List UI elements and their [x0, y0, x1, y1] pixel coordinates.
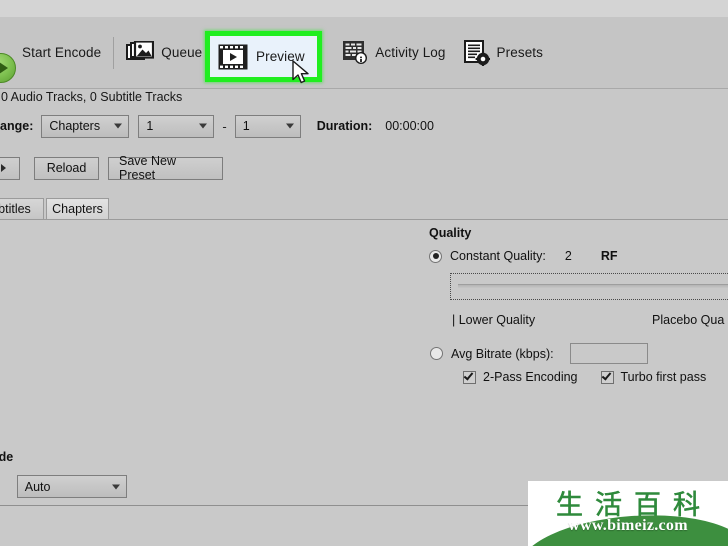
lower-quality-label: | Lower Quality	[452, 313, 536, 327]
avg-bitrate-input[interactable]	[569, 343, 648, 364]
chevron-right-icon	[0, 164, 6, 172]
range-separator: -	[222, 118, 227, 134]
level-row: el Auto	[0, 475, 127, 498]
watermark: 生活百科 www.bimeiz.com	[528, 481, 728, 546]
chevron-down-icon	[111, 484, 120, 489]
app-window: Start Encode Queue Activity Log Presets …	[0, 0, 728, 546]
toolbar-item-label: Queue	[161, 45, 203, 60]
turbo-first-pass-checkbox[interactable]	[600, 369, 614, 384]
range-type-value: Chapters	[49, 119, 101, 133]
toolbar-separator	[113, 36, 115, 69]
placebo-quality-label: Placebo Qua	[652, 313, 725, 327]
constant-quality-label: Constant Quality:	[450, 249, 546, 263]
main-toolbar: Start Encode Queue Activity Log Presets	[0, 17, 728, 89]
queue-stack-icon	[126, 39, 155, 65]
range-start-dropdown[interactable]: 1	[138, 114, 215, 138]
tab-subtitles[interactable]: ubtitles	[0, 198, 44, 219]
watermark-url: www.bimeiz.com	[568, 517, 688, 534]
preset-expand-button[interactable]	[0, 156, 20, 180]
constant-quality-row[interactable]: Constant Quality: 2 RF	[429, 249, 618, 263]
two-pass-checkbox[interactable]	[463, 369, 476, 384]
window-top-band	[0, 0, 728, 17]
rf-value: 2	[564, 249, 572, 263]
settings-tab-bar: ubtitles Chapters	[0, 198, 728, 220]
level-dropdown[interactable]: Auto	[16, 475, 127, 498]
toolbar-item-label: Presets	[496, 45, 543, 60]
toolbar-item-label: Start Encode	[22, 45, 102, 60]
avg-bitrate-row[interactable]: Avg Bitrate (kbps):	[430, 343, 648, 364]
reload-button[interactable]: Reload	[34, 156, 99, 180]
range-end-value: 1	[242, 119, 250, 133]
toolbar-item-activity-log[interactable]: Activity Log	[333, 30, 454, 76]
duration-label: Duration:	[316, 119, 373, 133]
rf-slider[interactable]	[458, 284, 728, 289]
range-row: Range: Chapters 1 - 1 Duration: 00:00:00	[0, 114, 434, 138]
film-play-icon	[218, 44, 248, 70]
rf-unit-label: RF	[600, 249, 618, 263]
chevron-down-icon	[285, 123, 294, 129]
toolbar-item-presets[interactable]: Presets	[455, 30, 552, 76]
mouse-cursor	[292, 60, 312, 91]
tab-chapters[interactable]: Chapters	[46, 198, 109, 219]
chevron-down-icon	[114, 123, 123, 129]
duration-value: 00:00:00	[385, 119, 434, 133]
range-label: Range:	[0, 119, 34, 133]
range-type-dropdown[interactable]: Chapters	[41, 114, 130, 138]
source-tracks-summary: , 0 Audio Tracks, 0 Subtitle Tracks	[0, 90, 183, 104]
constant-quality-radio[interactable]	[429, 249, 442, 263]
toolbar-item-start-encode[interactable]: Start Encode	[0, 30, 110, 76]
toolbar-item-label: Activity Log	[375, 45, 446, 60]
pass-options-row: 2-Pass Encoding Turbo first pass	[463, 369, 707, 384]
quality-section-title: Quality	[429, 226, 472, 240]
avg-bitrate-label: Avg Bitrate (kbps):	[451, 346, 554, 361]
toolbar-item-queue[interactable]: Queue	[117, 30, 211, 76]
avg-bitrate-radio[interactable]	[430, 347, 443, 360]
preset-button-row: Reload Save New Preset	[0, 154, 223, 182]
two-pass-label: 2-Pass Encoding	[483, 370, 578, 384]
range-end-dropdown[interactable]: 1	[234, 114, 301, 138]
document-gear-icon	[463, 39, 490, 66]
decode-section-title: code	[0, 450, 14, 464]
range-start-value: 1	[146, 119, 154, 133]
chevron-down-icon	[199, 123, 208, 129]
log-info-icon	[342, 40, 368, 65]
turbo-first-pass-label: Turbo first pass	[620, 370, 707, 384]
save-new-preset-button[interactable]: Save New Preset	[108, 154, 223, 182]
level-value: Auto	[24, 479, 51, 494]
